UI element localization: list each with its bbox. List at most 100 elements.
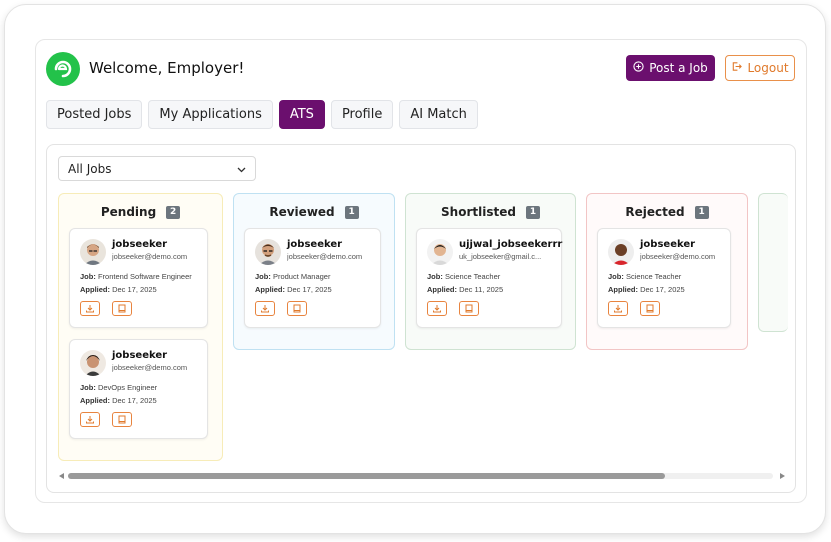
job-title: Science Teacher xyxy=(625,272,682,281)
candidate-email: jobseeker@demo.com xyxy=(112,252,188,261)
welcome-heading: Welcome, Employer! xyxy=(89,59,245,77)
scroll-right-arrow[interactable] xyxy=(780,473,785,479)
tab-my-applications[interactable]: My Applications xyxy=(148,100,273,129)
chevron-down-icon xyxy=(237,162,246,176)
job-filter-select[interactable]: All Jobs xyxy=(58,156,256,181)
candidate-card[interactable]: ujjwal_jobseekerrr uk_jobseeker@gmail.c.… xyxy=(416,228,562,328)
tab-ats[interactable]: ATS xyxy=(278,100,325,129)
book-icon xyxy=(645,300,655,318)
book-icon xyxy=(464,300,474,318)
view-profile-button[interactable] xyxy=(112,412,132,427)
applied-label: Applied: xyxy=(255,285,285,294)
job-title: Product Manager xyxy=(272,272,331,281)
applied-date: Dec 17, 2025 xyxy=(287,285,332,294)
job-line: Job: Frontend Software Engineer xyxy=(80,272,192,281)
applied-date: Dec 11, 2025 xyxy=(459,285,504,294)
download-resume-button[interactable] xyxy=(427,301,447,316)
applied-date: Dec 17, 2025 xyxy=(112,396,157,405)
employer-dashboard: Welcome, Employer! Post a Job Logout Pos… xyxy=(35,39,807,503)
tab-ai-match[interactable]: AI Match xyxy=(399,100,478,129)
tab-profile[interactable]: Profile xyxy=(330,100,394,129)
count-badge: 1 xyxy=(694,205,709,219)
applied-date: Dec 17, 2025 xyxy=(112,285,157,294)
candidate-name: ujjwal_jobseekerrr xyxy=(459,239,563,250)
job-label: Job: xyxy=(427,272,443,281)
avatar xyxy=(80,350,106,376)
applied-line: Applied: Dec 17, 2025 xyxy=(608,285,685,294)
applied-line: Applied: Dec 11, 2025 xyxy=(427,285,503,294)
column-title: Shortlisted xyxy=(441,205,516,219)
column-rejected: Rejected 1 jobseeker jobseeker@demo.com … xyxy=(586,193,748,350)
download-icon xyxy=(260,300,270,318)
column-title: Rejected xyxy=(625,205,685,219)
download-resume-button[interactable] xyxy=(608,301,628,316)
post-job-button[interactable]: Post a Job xyxy=(626,55,715,81)
candidate-email: jobseeker@demo.com xyxy=(112,363,188,372)
job-filter-value: All Jobs xyxy=(68,161,112,176)
candidate-card[interactable]: jobseeker jobseeker@demo.com Job: Produc… xyxy=(244,228,381,328)
column-reviewed: Reviewed 1 jobseeker jobseeker@demo.com … xyxy=(233,193,395,350)
column-header: Shortlisted 1 xyxy=(406,204,575,220)
view-profile-button[interactable] xyxy=(112,301,132,316)
scroll-thumb[interactable] xyxy=(68,473,665,479)
job-label: Job: xyxy=(80,383,96,392)
scroll-left-arrow[interactable] xyxy=(59,473,64,479)
window-frame: Welcome, Employer! Post a Job Logout Pos… xyxy=(4,4,826,534)
applied-date: Dec 17, 2025 xyxy=(640,285,685,294)
candidate-card[interactable]: jobseeker jobseeker@demo.com Job: Scienc… xyxy=(597,228,731,328)
avatar xyxy=(255,239,281,265)
job-line: Job: DevOps Engineer xyxy=(80,383,157,392)
candidate-card[interactable]: jobseeker jobseeker@demo.com Job: DevOps… xyxy=(69,339,208,439)
column-pending: Pending 2 jobseeker jobseeker@demo.com J… xyxy=(58,193,223,461)
download-icon xyxy=(85,300,95,318)
avatar xyxy=(427,239,453,265)
count-badge: 1 xyxy=(525,205,540,219)
book-icon xyxy=(117,300,127,318)
job-line: Job: Science Teacher xyxy=(608,272,681,281)
job-title: Frontend Software Engineer xyxy=(97,272,192,281)
job-title: DevOps Engineer xyxy=(97,383,158,392)
column-header: Reviewed 1 xyxy=(234,204,394,220)
candidate-email: jobseeker@demo.com xyxy=(287,252,363,261)
horizontal-scrollbar[interactable] xyxy=(58,471,786,483)
candidate-name: jobseeker xyxy=(112,239,168,250)
candidate-name: jobseeker xyxy=(112,350,168,361)
download-icon xyxy=(432,300,442,318)
book-icon xyxy=(292,300,302,318)
job-label: Job: xyxy=(80,272,96,281)
job-label: Job: xyxy=(255,272,271,281)
tab-posted-jobs[interactable]: Posted Jobs xyxy=(46,100,143,129)
candidate-email: uk_jobseeker@gmail.c... xyxy=(459,252,542,261)
candidate-name: jobseeker xyxy=(640,239,696,250)
book-icon xyxy=(117,411,127,429)
download-resume-button[interactable] xyxy=(80,301,100,316)
applied-line: Applied: Dec 17, 2025 xyxy=(255,285,332,294)
download-resume-button[interactable] xyxy=(80,412,100,427)
view-profile-button[interactable] xyxy=(459,301,479,316)
job-title: Science Teacher xyxy=(444,272,501,281)
column-title: Reviewed xyxy=(269,205,335,219)
applied-label: Applied: xyxy=(80,396,110,405)
candidate-card[interactable]: jobseeker jobseeker@demo.com Job: Fronte… xyxy=(69,228,208,328)
download-resume-button[interactable] xyxy=(255,301,275,316)
column-title: Pending xyxy=(100,205,157,219)
view-profile-button[interactable] xyxy=(287,301,307,316)
download-icon xyxy=(613,300,623,318)
view-profile-button[interactable] xyxy=(640,301,660,316)
count-badge: 1 xyxy=(344,205,359,219)
candidate-email: jobseeker@demo.com xyxy=(640,252,716,261)
applied-label: Applied: xyxy=(80,285,110,294)
post-job-label: Post a Job xyxy=(649,61,708,75)
column-partial xyxy=(758,193,788,332)
job-line: Job: Product Manager xyxy=(255,272,330,281)
column-shortlisted: Shortlisted 1 ujjwal_jobseekerrr uk_jobs… xyxy=(405,193,576,350)
logout-button[interactable]: Logout xyxy=(725,55,795,81)
applied-label: Applied: xyxy=(427,285,457,294)
count-badge: 2 xyxy=(166,205,181,219)
logout-label: Logout xyxy=(747,61,789,75)
column-header: Rejected 1 xyxy=(587,204,747,220)
dashboard-tabs: Posted Jobs My Applications ATS Profile … xyxy=(46,100,478,129)
job-label: Job: xyxy=(608,272,624,281)
download-icon xyxy=(85,411,95,429)
plus-circle-icon xyxy=(633,61,644,75)
